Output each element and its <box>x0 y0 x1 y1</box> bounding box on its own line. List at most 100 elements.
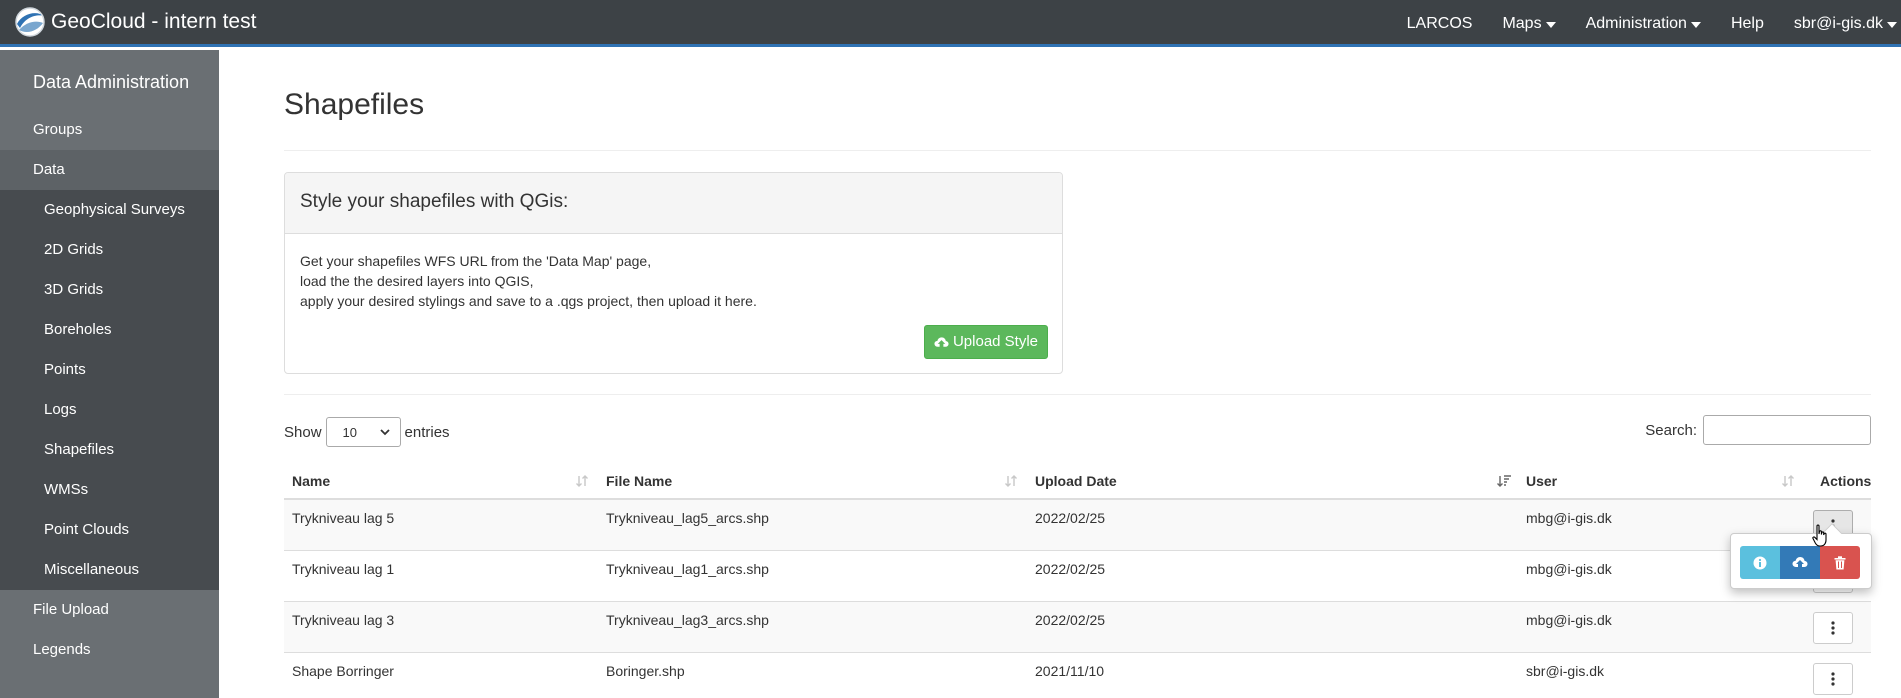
caret-down-icon <box>1887 21 1897 28</box>
sidebar-submenu-data: Geophysical Surveys 2D Grids 3D Grids Bo… <box>0 190 219 590</box>
cell-name: Trykniveau lag 5 <box>292 510 395 526</box>
nav-larcos[interactable]: LARCOS <box>1392 0 1488 47</box>
globe-logo-icon <box>15 7 45 37</box>
sidebar-item-data[interactable]: Data <box>0 150 219 190</box>
upload-style-button[interactable]: Upload Style <box>924 325 1048 359</box>
sidebar-item-miscellaneous[interactable]: Miscellaneous <box>0 550 219 590</box>
nav-administration-dropdown[interactable]: Administration <box>1571 0 1716 47</box>
column-header-file-name[interactable]: File Name <box>598 462 1027 500</box>
sidebar-item-3d-grids[interactable]: 3D Grids <box>0 270 219 310</box>
row-actions-button[interactable] <box>1813 663 1853 695</box>
panel-body: Get your shapefiles WFS URL from the 'Da… <box>285 234 1062 373</box>
nav-user-dropdown[interactable]: sbr@i-gis.dk <box>1779 0 1901 47</box>
page-title: Shapefiles <box>284 88 425 121</box>
cell-file-name: Boringer.shp <box>606 663 685 679</box>
cell-user: sbr@i-gis.dk <box>1526 663 1605 679</box>
delete-button[interactable] <box>1820 546 1860 579</box>
table-row: Trykniveau lag 1 Trykniveau_lag1_arcs.sh… <box>284 551 1871 602</box>
panel-text-line: Get your shapefiles WFS URL from the 'Da… <box>300 253 652 269</box>
cell-file-name: Trykniveau_lag5_arcs.shp <box>606 510 769 526</box>
caret-down-icon <box>1690 21 1701 28</box>
column-header-upload-date[interactable]: Upload Date <box>1027 462 1518 500</box>
row-actions-popover <box>1730 523 1872 589</box>
column-header-label: Name <box>292 473 331 489</box>
sort-icon <box>576 475 588 487</box>
sidebar-item-shapefiles[interactable]: Shapefiles <box>0 430 219 470</box>
nav-help-label: Help <box>1730 14 1764 32</box>
chevron-down-icon <box>379 429 390 436</box>
table-row: Trykniveau lag 5 Trykniveau_lag5_arcs.sh… <box>284 500 1871 551</box>
sidebar-item-groups[interactable]: Groups <box>0 110 219 150</box>
sort-descending-icon <box>1497 475 1511 487</box>
cloud-upload-icon <box>934 336 949 347</box>
table-length-control: Show 10 entries <box>284 414 450 450</box>
column-header-name[interactable]: Name <box>284 462 598 500</box>
nav-maps-dropdown[interactable]: Maps <box>1487 0 1570 47</box>
cloud-upload-icon <box>1792 557 1808 567</box>
sidebar-item-points[interactable]: Points <box>0 350 219 390</box>
brand-title: GeoCloud - intern test <box>51 10 257 33</box>
sort-icon <box>1782 475 1794 487</box>
divider <box>284 150 1871 151</box>
page-length-select[interactable]: 10 <box>325 417 401 447</box>
length-prefix: Show <box>284 423 322 441</box>
row-actions-button[interactable] <box>1813 612 1853 644</box>
info-button[interactable] <box>1740 546 1780 579</box>
divider <box>284 394 1871 395</box>
cell-name: Trykniveau lag 3 <box>292 612 395 628</box>
nav-administration-label: Administration <box>1585 14 1687 32</box>
sidebar-item-legends[interactable]: Legends <box>0 630 219 670</box>
cell-upload-date: 2022/02/25 <box>1035 612 1106 628</box>
cell-file-name: Trykniveau_lag1_arcs.shp <box>606 561 769 577</box>
cell-name: Shape Borringer <box>292 663 394 679</box>
sidebar: Data Administration Groups Data Geophysi… <box>0 50 219 698</box>
cell-upload-date: 2021/11/10 <box>1035 663 1105 679</box>
popover-button-group <box>1740 546 1860 579</box>
sort-icon <box>1005 475 1017 487</box>
search-label: Search: <box>1645 421 1697 439</box>
nav-user-label: sbr@i-gis.dk <box>1793 14 1883 32</box>
sidebar-item-geophysical-surveys[interactable]: Geophysical Surveys <box>0 190 219 230</box>
column-header-user[interactable]: User <box>1518 462 1812 500</box>
sidebar-item-2d-grids[interactable]: 2D Grids <box>0 230 219 270</box>
cell-file-name: Trykniveau_lag3_arcs.shp <box>606 612 769 628</box>
cell-upload-date: 2022/02/25 <box>1035 510 1106 526</box>
navbar-right: LARCOS Maps Administration Help sbr@i-gi… <box>1392 0 1901 47</box>
search-input[interactable] <box>1703 415 1871 445</box>
table-search: Search: <box>1645 414 1871 446</box>
nav-help[interactable]: Help <box>1716 0 1779 47</box>
column-header-label: Upload Date <box>1035 473 1117 489</box>
info-icon <box>1753 556 1767 569</box>
trash-icon <box>1834 555 1846 569</box>
column-header-label: User <box>1526 473 1558 489</box>
column-header-actions: Actions <box>1812 462 1871 500</box>
cell-user: mbg@i-gis.dk <box>1526 510 1612 526</box>
cell-name: Trykniveau lag 1 <box>292 561 395 577</box>
cell-user: mbg@i-gis.dk <box>1526 561 1612 577</box>
brand-link[interactable]: GeoCloud - intern test <box>0 0 256 46</box>
panel-text-line: apply your desired stylings and save to … <box>300 293 757 309</box>
table-row: Trykniveau lag 3 Trykniveau_lag3_arcs.sh… <box>284 602 1871 653</box>
sidebar-title: Data Administration <box>33 72 190 92</box>
cell-upload-date: 2022/02/25 <box>1035 561 1106 577</box>
page-length-value: 10 <box>342 424 357 440</box>
caret-down-icon <box>1545 21 1556 28</box>
sidebar-item-file-upload[interactable]: File Upload <box>0 590 219 630</box>
cell-user: mbg@i-gis.dk <box>1526 612 1612 628</box>
sidebar-item-boreholes[interactable]: Boreholes <box>0 310 219 350</box>
shapefiles-table: Name File Name Upload Date User Actions … <box>284 462 1871 698</box>
sidebar-item-point-clouds[interactable]: Point Clouds <box>0 510 219 550</box>
vertical-ellipsis-icon <box>1831 672 1835 686</box>
length-suffix: entries <box>404 423 450 441</box>
upload-style-label: Upload Style <box>952 333 1039 350</box>
hand-pointer-icon <box>1812 524 1827 547</box>
top-navbar: GeoCloud - intern test LARCOS Maps Admin… <box>0 0 1901 47</box>
table-header: Name File Name Upload Date User Actions <box>284 462 1871 500</box>
panel-heading: Style your shapefiles with QGis: <box>285 173 1062 234</box>
sidebar-item-wmss[interactable]: WMSs <box>0 470 219 510</box>
sidebar-item-logs[interactable]: Logs <box>0 390 219 430</box>
upload-style-row-button[interactable] <box>1780 546 1820 579</box>
column-header-label: File Name <box>606 473 673 489</box>
qgis-style-panel: Style your shapefiles with QGis: Get you… <box>284 172 1063 374</box>
column-header-label: Actions <box>1820 473 1872 489</box>
